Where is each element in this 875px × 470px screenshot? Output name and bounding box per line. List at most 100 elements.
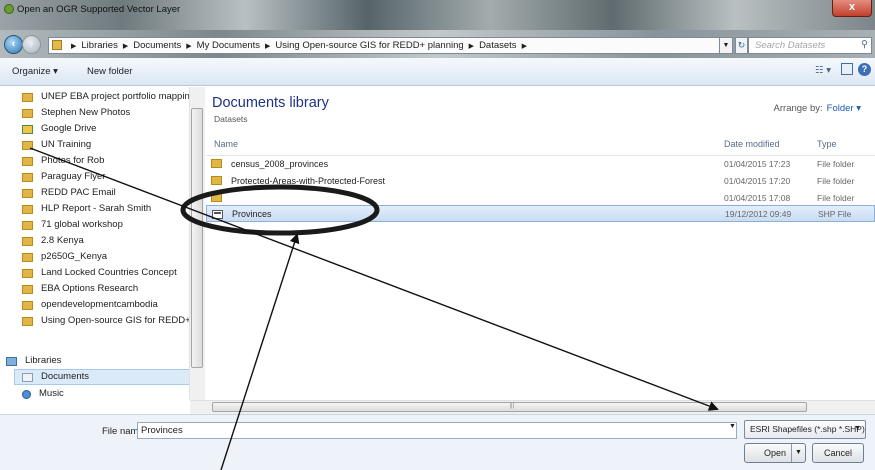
breadcrumb-datasets[interactable]: Datasets (479, 40, 517, 51)
file-row-selected[interactable]: Provinces 19/12/2012 09:49 SHP File (206, 205, 875, 222)
nav-item-label: opendevelopmentcambodia (41, 299, 158, 310)
folder-icon (22, 220, 33, 230)
folder-icon (22, 300, 33, 310)
grip-icon: ||| (509, 403, 515, 409)
change-view-icon[interactable]: ☷ ▾ (815, 65, 831, 76)
breadcrumb-separator-icon[interactable]: ▶ (522, 42, 527, 50)
file-row[interactable]: Protected-Areas-with-Protected-Forest 01… (206, 172, 875, 189)
nav-item-label: REDD PAC Email (41, 187, 116, 198)
file-name-dropdown-icon[interactable]: ▼ (729, 423, 736, 430)
nav-item[interactable]: HLP Report - Sarah Smith (22, 201, 151, 217)
nav-item[interactable]: p2650G_Kenya (22, 249, 107, 265)
nav-item[interactable]: Land Locked Countries Concept (22, 265, 177, 281)
nav-music-label: Music (39, 388, 64, 399)
music-icon (22, 389, 31, 399)
folder-icon (22, 284, 33, 294)
address-bar[interactable]: ▶ Libraries ▶ Documents ▶ My Documents ▶… (48, 37, 720, 54)
cancel-button[interactable]: Cancel (812, 443, 864, 463)
nav-item[interactable]: REDD PAC Email (22, 185, 116, 201)
library-subtitle: Datasets (214, 114, 248, 124)
nav-music[interactable]: Music (22, 386, 64, 400)
nav-item[interactable]: Stephen New Photos (22, 105, 130, 121)
shp-file-icon (212, 210, 223, 219)
file-row[interactable]: census_2008_provinces 01/04/2015 17:23 F… (206, 155, 875, 172)
search-placeholder: Search Datasets (755, 40, 826, 51)
documents-icon (22, 372, 33, 382)
open-split-dropdown-icon[interactable]: ▼ (791, 444, 805, 462)
navigation-pane: UNEP EBA project portfolio mapping Steph… (0, 87, 205, 400)
horizontal-scrollbar-thumb[interactable]: ||| (212, 402, 807, 412)
folder-icon (52, 40, 62, 50)
nav-item-label: UN Training (41, 139, 92, 150)
open-button[interactable]: Open ▼ (744, 443, 806, 463)
new-folder-button[interactable]: New folder (87, 66, 132, 77)
close-button[interactable]: x (832, 0, 872, 17)
column-header-date[interactable]: Date modified (724, 139, 780, 149)
breadcrumb-separator-icon[interactable]: ▶ (71, 42, 76, 50)
nav-item[interactable]: Using Open-source GIS for REDD+ plann (22, 313, 204, 329)
help-icon[interactable]: ? (858, 63, 871, 76)
nav-item-label: UNEP EBA project portfolio mapping (41, 91, 196, 102)
folder-icon (22, 316, 33, 326)
file-name: Protected-Areas-with-Protected-Forest (231, 175, 386, 186)
nav-item-label: p2650G_Kenya (41, 251, 108, 262)
nav-item[interactable]: 71 global workshop (22, 217, 123, 233)
folder-icon (211, 159, 222, 168)
back-button[interactable]: ‹ (4, 35, 23, 54)
nav-documents-label: Documents (41, 371, 90, 382)
folder-icon (211, 176, 222, 185)
file-name-input[interactable]: Provinces (137, 422, 737, 439)
nav-item-label: Paraguay Flyer (41, 171, 106, 182)
nav-item[interactable]: Photos for Rob (22, 153, 104, 169)
nav-item[interactable]: Paraguay Flyer (22, 169, 105, 185)
breadcrumb-separator-icon[interactable]: ▶ (265, 42, 270, 50)
breadcrumb-libraries[interactable]: Libraries (81, 40, 117, 51)
nav-documents[interactable]: Documents (14, 369, 190, 385)
breadcrumb-documents[interactable]: Documents (133, 40, 181, 51)
file-row[interactable]: 01/04/2015 17:08 File folder (206, 189, 875, 206)
library-title: Documents library (212, 95, 329, 111)
address-dropdown-icon[interactable]: ▼ (720, 37, 733, 54)
organize-button[interactable]: Organize ▾ (12, 66, 58, 77)
breadcrumb-my-documents[interactable]: My Documents (197, 40, 260, 51)
arrange-by-dropdown[interactable]: Folder ▾ (827, 103, 861, 114)
folder-icon (22, 268, 33, 278)
nav-item-label: EBA Options Research (41, 283, 139, 294)
column-header-type[interactable]: Type (817, 139, 837, 149)
search-input[interactable]: Search Datasets ⚲ (748, 37, 872, 54)
file-type-select[interactable]: ESRI Shapefiles (*.shp *.SHP) ▼ (744, 420, 866, 439)
breadcrumb-separator-icon[interactable]: ▶ (186, 42, 191, 50)
file-date: 01/04/2015 17:23 (724, 158, 791, 169)
file-type-value: ESRI Shapefiles (*.shp *.SHP) (750, 424, 865, 434)
folder-icon (22, 188, 33, 198)
nav-item-label: HLP Report - Sarah Smith (41, 203, 152, 214)
search-icon[interactable]: ⚲ (861, 39, 868, 50)
nav-item[interactable]: 2.8 Kenya (22, 233, 84, 249)
folder-icon (22, 172, 33, 182)
breadcrumb-separator-icon[interactable]: ▶ (123, 42, 128, 50)
window-title: Open an OGR Supported Vector Layer (17, 4, 181, 15)
file-type: File folder (817, 175, 855, 186)
google-drive-icon (22, 124, 33, 134)
preview-pane-icon[interactable] (841, 63, 853, 75)
refresh-icon[interactable]: ↻ (735, 37, 748, 54)
nav-item[interactable]: UNEP EBA project portfolio mapping (22, 89, 195, 105)
nav-item-label: Stephen New Photos (41, 107, 131, 118)
nav-item[interactable]: opendevelopmentcambodia (22, 297, 158, 313)
breadcrumb-separator-icon[interactable]: ▶ (469, 42, 474, 50)
nav-libraries[interactable]: Libraries (6, 353, 61, 369)
breadcrumb-using-open-source-gis[interactable]: Using Open-source GIS for REDD+ planning (275, 40, 463, 51)
nav-item-label: 2.8 Kenya (41, 235, 84, 246)
nav-item[interactable]: UN Training (22, 137, 91, 153)
folder-icon (22, 92, 33, 102)
nav-scrollbar-thumb[interactable] (191, 108, 203, 368)
column-header-name[interactable]: Name (214, 139, 238, 149)
nav-item[interactable]: EBA Options Research (22, 281, 138, 297)
nav-item[interactable]: Google Drive (22, 121, 96, 137)
folder-icon (22, 156, 33, 166)
open-button-label: Open (763, 448, 787, 458)
title-bar: Open an OGR Supported Vector Layer x (0, 0, 875, 30)
forward-button[interactable]: › (22, 35, 41, 54)
folder-icon (22, 236, 33, 246)
nav-item-label: Google Drive (41, 123, 97, 134)
